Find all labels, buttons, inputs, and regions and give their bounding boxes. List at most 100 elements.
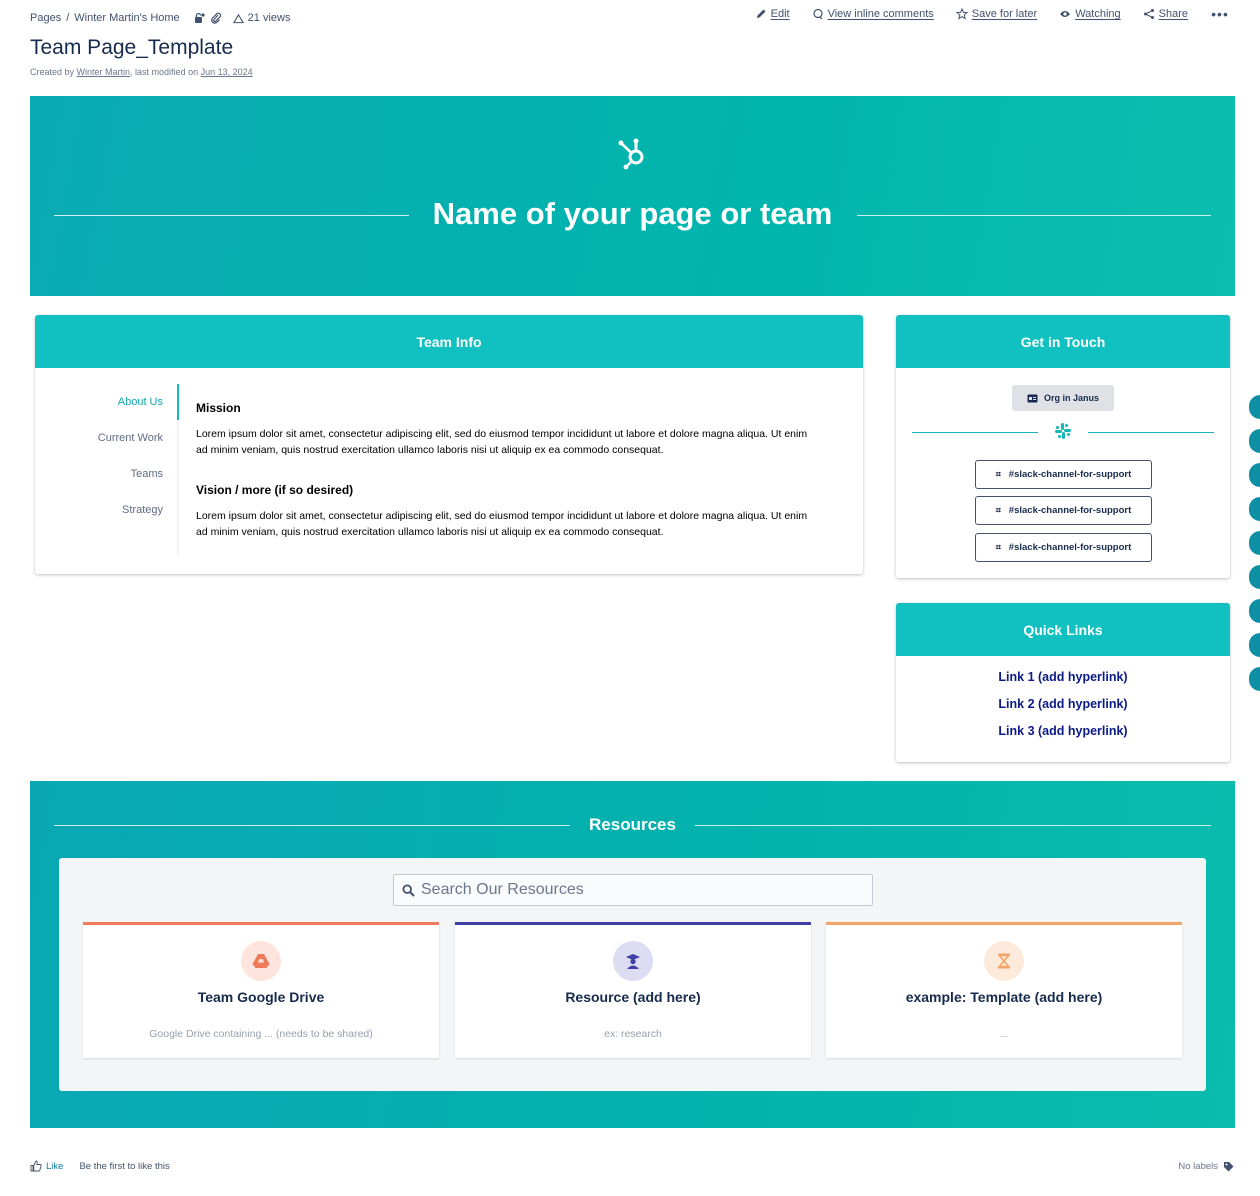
vision-heading: Vision / more (if so desired) [196, 483, 354, 497]
hero-title: Name of your page or team [432, 196, 833, 231]
thumbs-up-icon [30, 1160, 42, 1172]
side-tab-button[interactable] [1249, 565, 1260, 589]
side-tab-button[interactable] [1249, 463, 1260, 487]
slack-hash-icon: ⌗ [995, 469, 1001, 479]
watching-button[interactable]: Watching [1059, 8, 1121, 20]
restrictions-lock-icon[interactable] [193, 12, 205, 24]
slack-channel-label: #slack-channel-for-support [1008, 505, 1132, 516]
resource-card-desc: ... [999, 1028, 1009, 1040]
page-views: 21 views [232, 12, 291, 24]
author-link[interactable]: Winter Martin [77, 67, 131, 77]
mission-text: Lorem ipsum dolor sit amet, consectetur … [196, 428, 808, 456]
resource-card-resource[interactable]: Resource (add here) ex: research [455, 922, 811, 1058]
labels-area[interactable]: No labels [1178, 1161, 1234, 1172]
side-tab-button[interactable] [1249, 429, 1260, 453]
no-labels-text: No labels [1178, 1160, 1218, 1172]
page-footer: Like Be the first to like this No labels [30, 1158, 1234, 1174]
edit-label: Edit [770, 8, 790, 20]
card-accent-bar [826, 922, 1182, 925]
nav-tab-strategy[interactable]: Strategy [35, 492, 177, 528]
breadcrumb-space[interactable]: Winter Martin's Home [74, 12, 179, 24]
quick-links-card: Quick Links Link 1 (add hyperlink) Link … [896, 603, 1230, 762]
attachment-icon[interactable] [210, 12, 222, 24]
team-info-card: Team Info About Us Current Work Teams St… [35, 315, 863, 574]
resource-card-title: Team Google Drive [197, 989, 325, 1005]
get-in-touch-card: Get in Touch Org in Janus ⌗ #slack-chann… [896, 315, 1230, 578]
side-tab-button[interactable] [1249, 599, 1260, 623]
side-tab-button[interactable] [1249, 395, 1260, 419]
hero-divider-right [857, 215, 1211, 216]
vision-text: Lorem ipsum dolor sit amet, consectetur … [196, 510, 808, 538]
breadcrumb: Pages / Winter Martin's Home 21 views [30, 12, 290, 24]
team-info-nav: About Us Current Work Teams Strategy [35, 384, 179, 556]
nav-tab-about-us[interactable]: About Us [35, 384, 179, 420]
get-in-touch-header: Get in Touch [896, 315, 1230, 368]
breadcrumb-separator: / [66, 12, 70, 24]
id-card-icon [1027, 394, 1038, 402]
save-label: Save for later [971, 8, 1038, 20]
org-button-label: Org in Janus [1043, 393, 1099, 403]
nav-tab-teams[interactable]: Teams [35, 456, 177, 492]
resources-panel: Team Google Drive Google Drive containin… [59, 858, 1206, 1091]
resource-card-google-drive[interactable]: Team Google Drive Google Drive containin… [83, 922, 439, 1058]
resource-card-desc: ex: research [604, 1028, 662, 1040]
tag-icon[interactable] [1223, 1161, 1234, 1172]
card-accent-bar [83, 922, 439, 925]
slack-channel-button[interactable]: ⌗ #slack-channel-for-support [975, 460, 1152, 489]
resource-search [393, 874, 873, 906]
breadcrumb-pages[interactable]: Pages [30, 12, 61, 24]
star-icon [955, 8, 968, 20]
more-actions-icon[interactable]: ••• [1210, 7, 1230, 21]
slack-channel-button[interactable]: ⌗ #slack-channel-for-support [975, 533, 1152, 562]
team-info-content: Mission Lorem ipsum dolor sit amet, cons… [196, 401, 816, 565]
side-tab-button[interactable] [1249, 633, 1260, 657]
quick-link-3[interactable]: Link 3 (add hyperlink) [896, 723, 1230, 750]
quick-link-2[interactable]: Link 2 (add hyperlink) [896, 696, 1230, 723]
views-count[interactable]: 21 views [248, 12, 291, 24]
resource-card-title: Resource (add here) [565, 989, 701, 1005]
hero-banner: Name of your page or team [30, 96, 1235, 296]
modified-prefix: , last modified on [130, 67, 201, 77]
divider-right [1088, 432, 1214, 433]
search-icon [402, 883, 415, 897]
edit-button[interactable]: Edit [755, 8, 790, 20]
page-title: Team Page_Template [30, 36, 234, 59]
comment-icon [812, 8, 823, 20]
slack-channel-label: #slack-channel-for-support [1008, 469, 1132, 480]
modified-date-link[interactable]: Jun 13, 2024 [201, 67, 253, 77]
resource-card-title: example: Template (add here) [905, 989, 1103, 1005]
analytics-icon [232, 13, 244, 23]
top-bar: Pages / Winter Martin's Home 21 views Ed… [30, 7, 1230, 28]
hourglass-icon [984, 941, 1024, 981]
quick-links-list: Link 1 (add hyperlink) Link 2 (add hyper… [896, 669, 1230, 750]
share-button[interactable]: Share [1143, 8, 1188, 20]
side-tab-button[interactable] [1249, 667, 1260, 691]
resource-search-input[interactable] [421, 881, 861, 899]
slack-channel-button[interactable]: ⌗ #slack-channel-for-support [975, 496, 1152, 525]
quick-link-1[interactable]: Link 1 (add hyperlink) [896, 669, 1230, 696]
graduate-icon [613, 941, 653, 981]
nav-tab-current-work[interactable]: Current Work [35, 420, 177, 456]
org-in-janus-button[interactable]: Org in Janus [1012, 385, 1114, 411]
slack-channel-label: #slack-channel-for-support [1008, 542, 1132, 553]
side-tab-button[interactable] [1249, 531, 1260, 555]
like-label: Like [46, 1160, 64, 1172]
resource-card-template[interactable]: example: Template (add here) ... [826, 922, 1182, 1058]
resources-divider-right [695, 825, 1211, 826]
pencil-icon [756, 9, 766, 18]
eye-icon [1060, 11, 1071, 17]
comments-label: View inline comments [827, 8, 934, 20]
slack-hash-icon: ⌗ [995, 542, 1001, 552]
share-label: Share [1158, 8, 1188, 20]
like-button[interactable]: Like [30, 1160, 63, 1172]
side-tab-button[interactable] [1249, 497, 1260, 521]
side-quick-actions [1249, 395, 1260, 701]
resources-section: Resources Team Google Drive Google Drive… [30, 781, 1235, 1128]
created-prefix: Created by [30, 67, 77, 77]
share-icon [1143, 9, 1154, 19]
view-inline-comments-button[interactable]: View inline comments [812, 8, 934, 20]
slack-icon [1055, 423, 1071, 439]
slack-hash-icon: ⌗ [995, 505, 1001, 515]
mission-heading: Mission [196, 401, 241, 415]
save-for-later-button[interactable]: Save for later [955, 8, 1038, 20]
